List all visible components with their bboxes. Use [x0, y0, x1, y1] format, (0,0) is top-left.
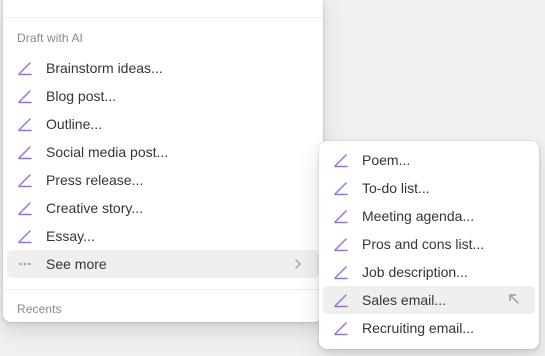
submenu-item-label: Pros and cons list...	[362, 236, 485, 252]
submenu-item-poem[interactable]: Poem...	[323, 146, 535, 174]
submenu-item-label: Sales email...	[362, 292, 447, 308]
pencil-line-icon	[17, 172, 33, 188]
submenu-item-job-description[interactable]: Job description...	[323, 258, 535, 286]
menu-item-label: Outline...	[46, 116, 103, 132]
chevron-right-icon	[291, 257, 305, 271]
pencil-line-icon	[17, 88, 33, 104]
submenu-item-label: Job description...	[362, 264, 468, 280]
draft-with-ai-menu: Draft with AI Brainstorm ideas... Blog p…	[3, 0, 323, 322]
pencil-line-icon	[17, 228, 33, 244]
menu-item-social-media-post[interactable]: Social media post...	[7, 138, 319, 166]
pencil-line-icon	[17, 116, 33, 132]
menu-item-label: Essay...	[46, 228, 95, 244]
submenu-item-label: Meeting agenda...	[362, 208, 475, 224]
submenu-item-recruiting-email[interactable]: Recruiting email...	[323, 314, 535, 342]
pencil-line-icon	[17, 60, 33, 76]
menu-item-essay[interactable]: Essay...	[7, 222, 319, 250]
pencil-line-icon	[333, 236, 349, 252]
pencil-line-icon	[333, 320, 349, 336]
submenu-item-pros-and-cons-list[interactable]: Pros and cons list...	[323, 230, 535, 258]
menu-item-creative-story[interactable]: Creative story...	[7, 194, 319, 222]
see-more-submenu: Poem... To-do list... Meeting agenda... …	[319, 141, 539, 349]
menu-item-press-release[interactable]: Press release...	[7, 166, 319, 194]
menu-item-brainstorm-ideas[interactable]: Brainstorm ideas...	[7, 54, 319, 82]
menu-item-see-more[interactable]: See more	[7, 250, 319, 278]
submenu-item-label: Poem...	[362, 152, 411, 168]
submenu-item-sales-email[interactable]: Sales email...	[323, 286, 535, 314]
submenu-item-label: To-do list...	[362, 180, 430, 196]
section-title-draft-with-ai: Draft with AI	[17, 31, 83, 45]
menu-item-label: Blog post...	[46, 88, 117, 104]
menu-top-divider	[3, 17, 323, 18]
menu-item-outline[interactable]: Outline...	[7, 110, 319, 138]
menu-item-label: Brainstorm ideas...	[46, 60, 163, 76]
pencil-line-icon	[333, 264, 349, 280]
menu-item-label: Press release...	[46, 172, 144, 188]
section-title-recents: Recents	[17, 302, 62, 316]
pencil-line-icon	[17, 144, 33, 160]
enter-arrow-icon	[507, 292, 521, 306]
pencil-line-icon	[333, 292, 349, 308]
submenu-item-label: Recruiting email...	[362, 320, 475, 336]
more-dots-icon	[17, 256, 33, 272]
pencil-line-icon	[333, 152, 349, 168]
pencil-line-icon	[333, 180, 349, 196]
menu-item-blog-post[interactable]: Blog post...	[7, 82, 319, 110]
pencil-line-icon	[17, 200, 33, 216]
pencil-line-icon	[333, 208, 349, 224]
menu-item-label: Creative story...	[46, 200, 143, 216]
menu-item-label: Social media post...	[46, 144, 169, 160]
submenu-item-to-do-list[interactable]: To-do list...	[323, 174, 535, 202]
menu-divider	[3, 289, 323, 290]
submenu-item-meeting-agenda[interactable]: Meeting agenda...	[323, 202, 535, 230]
menu-item-label: See more	[46, 256, 107, 272]
